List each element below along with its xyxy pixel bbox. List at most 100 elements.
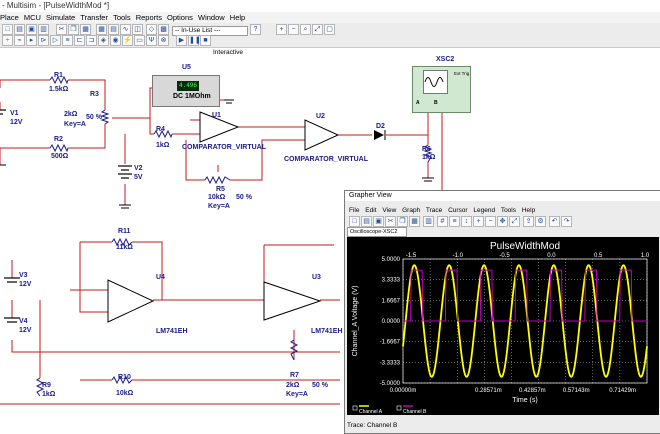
mixed-icon[interactable]: ◈ <box>98 35 109 46</box>
multimeter-caption: DC 1MOhm <box>173 93 211 100</box>
grapher-pan-icon[interactable]: ✥ <box>497 216 508 227</box>
menu-tools[interactable]: Tools <box>113 12 134 23</box>
grapher-icon[interactable]: ∿ <box>120 24 131 35</box>
scope-ch-b-label: B <box>434 100 438 106</box>
power-icon[interactable]: ⚡ <box>122 35 133 46</box>
grapher-properties-icon[interactable]: ⚙ <box>535 216 546 227</box>
basic-icon[interactable]: ⌁ <box>14 35 25 46</box>
copy-icon[interactable]: ❐ <box>68 24 79 35</box>
new-icon[interactable]: □ <box>2 24 13 35</box>
database-icon[interactable]: ▩ <box>158 24 169 35</box>
grapher-print-icon[interactable]: ▥ <box>423 216 434 227</box>
oscilloscope-xsc2[interactable]: Ext Trig A B <box>412 66 471 113</box>
zoom-area-icon[interactable]: ⌕ <box>300 24 311 35</box>
u2-type: COMPARATOR_VIRTUAL <box>284 156 368 163</box>
indicator-icon[interactable]: ◉ <box>110 35 121 46</box>
v2-label: V2 <box>134 165 143 172</box>
grapher-redo-icon[interactable]: ↷ <box>561 216 572 227</box>
zoom-fit-icon[interactable]: ⤢ <box>312 24 323 35</box>
v4-value: 12V <box>19 327 32 334</box>
chart-title: PulseWidthMod <box>490 241 560 252</box>
grapher-menu-edit[interactable]: Edit <box>365 207 376 214</box>
menu-simulate[interactable]: Simulate <box>46 12 78 23</box>
grapher-open-icon[interactable]: ▤ <box>361 216 372 227</box>
grapher-fit-icon[interactable]: ⤢ <box>509 216 520 227</box>
top-tick-label: 0.5 <box>594 253 603 259</box>
u4-type: LM741EH <box>156 328 188 335</box>
transistor-icon[interactable]: ⊳ <box>38 35 49 46</box>
stop-icon[interactable]: ■ <box>200 35 211 46</box>
print-icon[interactable]: ▥ <box>38 24 49 35</box>
source-icon[interactable]: ÷ <box>2 35 13 46</box>
diode-icon[interactable]: ▸ <box>26 35 37 46</box>
grapher-menu-trace[interactable]: Trace <box>426 207 442 214</box>
cut-icon[interactable]: ✂ <box>56 24 67 35</box>
x-tick-label: 0.57143m <box>563 388 590 394</box>
misc-icon[interactable]: ▭ <box>134 35 145 46</box>
grapher-menu-tools[interactable]: Tools <box>501 207 516 214</box>
grapher-export-icon[interactable]: ⇪ <box>523 216 534 227</box>
v3-label: V3 <box>19 272 28 279</box>
pause-icon[interactable]: ❚❚ <box>188 35 201 46</box>
zoom-out-icon[interactable]: − <box>288 24 299 35</box>
analog-icon[interactable]: ▷ <box>50 35 61 46</box>
grapher-menu-cursor[interactable]: Cursor <box>448 207 468 214</box>
r2-value: 500Ω <box>51 153 69 160</box>
fullscreen-icon[interactable]: ▢ <box>324 24 335 35</box>
save-icon[interactable]: ▣ <box>26 24 37 35</box>
v4-label: V4 <box>19 318 28 325</box>
open-icon[interactable]: ▤ <box>14 24 25 35</box>
r7-value: 2kΩ <box>286 382 300 389</box>
zoom-in-icon[interactable]: + <box>276 24 287 35</box>
grapher-cut-icon[interactable]: ✂ <box>385 216 396 227</box>
v1-value: 12V <box>10 119 23 126</box>
rf-icon[interactable]: Ψ <box>146 35 157 46</box>
grapher-new-icon[interactable]: □ <box>349 216 360 227</box>
grapher-zoom-in-icon[interactable]: + <box>473 216 484 227</box>
menu-help[interactable]: Help <box>230 12 248 23</box>
legend-label-channel-b: Channel B <box>403 409 427 415</box>
paste-icon[interactable]: ▦ <box>80 24 91 35</box>
menu-transfer[interactable]: Transfer <box>80 12 111 23</box>
menu-mcu[interactable]: MCU <box>24 12 44 23</box>
grapher-paste-icon[interactable]: ▦ <box>409 216 420 227</box>
grapher-menu-view[interactable]: View <box>382 207 396 214</box>
grapher-copy-icon[interactable]: ❐ <box>397 216 408 227</box>
grapher-view-window[interactable]: Grapher View File Edit View Graph Trace … <box>344 190 660 434</box>
help-icon[interactable]: ? <box>250 24 261 35</box>
r3-label: R3 <box>90 91 99 98</box>
grapher-menu-file[interactable]: File <box>349 207 359 214</box>
cmos-icon[interactable]: ⊏ <box>74 35 85 46</box>
component-icon[interactable]: ◇ <box>146 24 157 35</box>
grapher-zoom-out-icon[interactable]: − <box>485 216 496 227</box>
run-icon[interactable]: ▶ <box>176 35 187 46</box>
misc-digital-icon[interactable]: ⊐ <box>86 35 97 46</box>
menu-options[interactable]: Options <box>167 12 196 23</box>
grapher-grid-icon[interactable]: # <box>437 216 448 227</box>
r1-label: R1 <box>54 72 63 79</box>
grapher-save-icon[interactable]: ▣ <box>373 216 384 227</box>
plot-svg: PulseWidthMod -1.5 -1.0 -0.5 0.0 0.5 1.0 5.0000… <box>352 241 650 415</box>
postprocess-icon[interactable]: ◫ <box>132 24 143 35</box>
menu-place[interactable]: Place <box>0 12 22 23</box>
app-title-bar: - Multisim - [PulseWidthMod *] <box>0 0 660 12</box>
y-tick-label: -3.3333 <box>380 360 401 366</box>
grapher-cursor-icon[interactable]: ↕ <box>461 216 472 227</box>
top-tick-label: -1.5 <box>406 253 417 259</box>
grid-icon[interactable]: ▦ <box>96 24 107 35</box>
multimeter-u5[interactable]: 4.496 DC 1MOhm <box>152 75 220 107</box>
grapher-menu-legend[interactable]: Legend <box>473 207 495 214</box>
top-tick-label: -1.0 <box>453 253 464 259</box>
menu-reports[interactable]: Reports <box>136 12 165 23</box>
electromech-icon[interactable]: ⊗ <box>158 35 169 46</box>
menu-window[interactable]: Window <box>198 12 228 23</box>
grapher-menu-help[interactable]: Help <box>522 207 535 214</box>
grapher-menu-graph[interactable]: Graph <box>402 207 420 214</box>
spreadsheet-icon[interactable]: ▤ <box>108 24 119 35</box>
grapher-legend-icon[interactable]: ≡ <box>449 216 460 227</box>
oscilloscope-plot[interactable]: PulseWidthMod -1.5 -1.0 -0.5 0.0 0.5 1.0 5.0000… <box>347 237 659 415</box>
ttl-icon[interactable]: ≡ <box>62 35 73 46</box>
grapher-tab-oscilloscope[interactable]: Oscilloscope-XSC2 <box>347 227 407 237</box>
xsc2-label: XSC2 <box>436 56 455 63</box>
grapher-undo-icon[interactable]: ↶ <box>549 216 560 227</box>
